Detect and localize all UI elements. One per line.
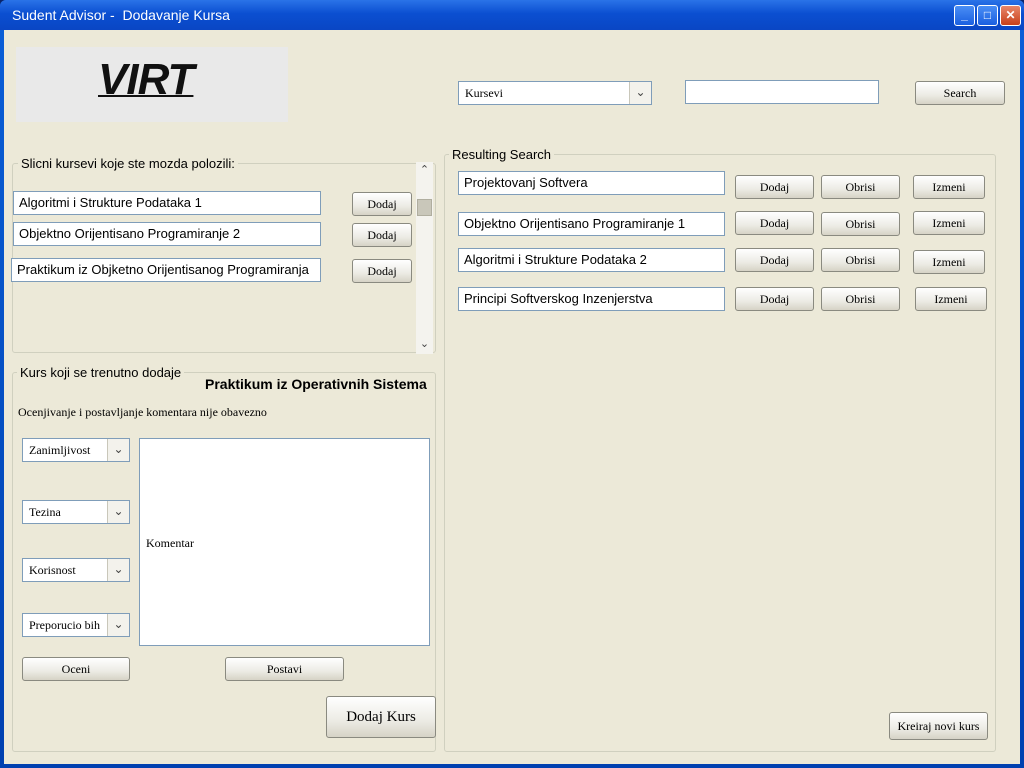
current-course-legend: Kurs koji se trenutno dodaje [17, 365, 185, 380]
result-add-button[interactable]: Dodaj [735, 248, 814, 272]
similar-add-button[interactable]: Dodaj [352, 192, 412, 216]
rating-select-value: Korisnost [29, 563, 76, 577]
post-button[interactable]: Postavi [225, 657, 344, 681]
current-course-name: Praktikum iz Operativnih Sistema [205, 376, 427, 392]
scroll-down-icon[interactable]: ⌄ [416, 336, 433, 353]
result-delete-button[interactable]: Obrisi [821, 287, 900, 311]
logo: VIRT [98, 55, 194, 104]
similar-course-field[interactable]: Objektno Orijentisano Programiranje 2 [13, 222, 321, 246]
comment-text: Komentar [146, 536, 194, 550]
chevron-down-icon: ⌄ [629, 82, 651, 104]
search-input[interactable] [685, 80, 879, 104]
add-course-button[interactable]: Dodaj Kurs [326, 696, 436, 738]
rating-select-zanimljivost[interactable]: Zanimljivost ⌄ [22, 438, 130, 462]
create-course-button[interactable]: Kreiraj novi kurs [889, 712, 988, 740]
rate-button[interactable]: Oceni [22, 657, 130, 681]
result-delete-button[interactable]: Obrisi [821, 212, 900, 236]
chevron-down-icon: ⌄ [107, 614, 129, 636]
category-select[interactable]: Kursevi ⌄ [458, 81, 652, 105]
result-course-field[interactable]: Objektno Orijentisano Programiranje 1 [458, 212, 725, 236]
rating-select-value: Zanimljivost [29, 443, 91, 457]
close-button[interactable]: ✕ [1000, 5, 1021, 26]
result-course-field[interactable]: Projektovanj Softvera [458, 171, 725, 195]
rating-select-value: Preporucio bih [29, 618, 100, 632]
result-add-button[interactable]: Dodaj [735, 287, 814, 311]
client-area: VIRT Kursevi ⌄ Search Slicni kursevi koj… [4, 30, 1020, 764]
result-edit-button[interactable]: Izmeni [913, 211, 985, 235]
result-delete-button[interactable]: Obrisi [821, 175, 900, 199]
similar-courses-legend: Slicni kursevi koje ste mozda polozili: [18, 156, 238, 171]
results-legend: Resulting Search [449, 147, 554, 162]
result-course-field[interactable]: Algoritmi i Strukture Podataka 2 [458, 248, 725, 272]
rating-select-korisnost[interactable]: Korisnost ⌄ [22, 558, 130, 582]
similar-course-field[interactable]: Praktikum iz Objketno Orijentisanog Prog… [11, 258, 321, 282]
chevron-down-icon: ⌄ [107, 501, 129, 523]
results-group [444, 154, 996, 752]
similar-course-field[interactable]: Algoritmi i Strukture Podataka 1 [13, 191, 321, 215]
category-select-value: Kursevi [465, 86, 503, 100]
scroll-thumb[interactable] [417, 199, 432, 216]
rating-select-preporucio[interactable]: Preporucio bih ⌄ [22, 613, 130, 637]
similar-add-button[interactable]: Dodaj [352, 259, 412, 283]
search-button[interactable]: Search [915, 81, 1005, 105]
chevron-down-icon: ⌄ [107, 559, 129, 581]
chevron-down-icon: ⌄ [107, 439, 129, 461]
logo-panel: VIRT [16, 47, 288, 122]
result-course-field[interactable]: Principi Softverskog Inzenjerstva [458, 287, 725, 311]
similar-add-button[interactable]: Dodaj [352, 223, 412, 247]
result-edit-button[interactable]: Izmeni [915, 287, 987, 311]
result-edit-button[interactable]: Izmeni [913, 175, 985, 199]
result-add-button[interactable]: Dodaj [735, 211, 814, 235]
maximize-button[interactable]: □ [977, 5, 998, 26]
app-window: Sudent Advisor - Dodavanje Kursa _ □ ✕ V… [0, 0, 1024, 768]
optional-note: Ocenjivanje i postavljanje komentara nij… [18, 405, 267, 419]
result-edit-button[interactable]: Izmeni [913, 250, 985, 274]
rating-select-value: Tezina [29, 505, 61, 519]
similar-scrollbar[interactable]: ⌃ ⌄ [416, 162, 433, 354]
title-bar: Sudent Advisor - Dodavanje Kursa _ □ ✕ [0, 0, 1024, 30]
scroll-up-icon[interactable]: ⌃ [416, 162, 433, 179]
minimize-button[interactable]: _ [954, 5, 975, 26]
result-add-button[interactable]: Dodaj [735, 175, 814, 199]
result-delete-button[interactable]: Obrisi [821, 248, 900, 272]
window-title: Sudent Advisor - Dodavanje Kursa [12, 7, 230, 23]
comment-textarea[interactable]: Komentar [139, 438, 430, 646]
rating-select-tezina[interactable]: Tezina ⌄ [22, 500, 130, 524]
